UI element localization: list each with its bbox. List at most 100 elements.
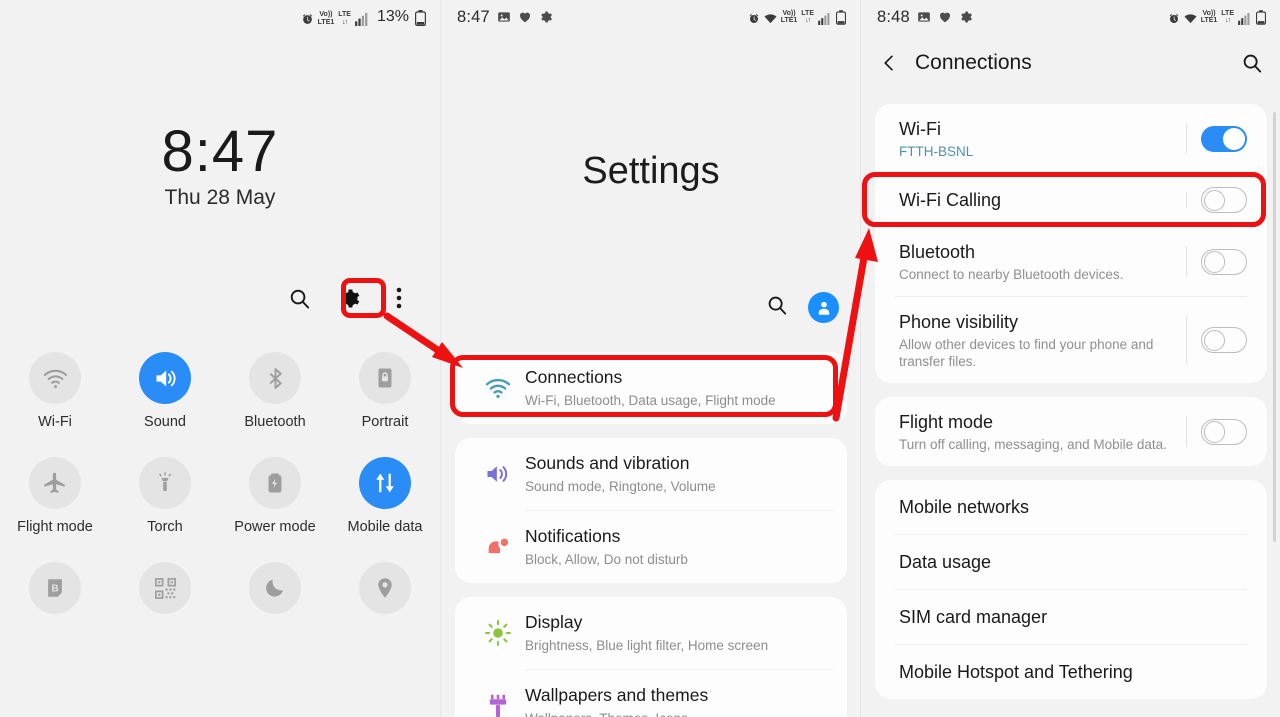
alarm-icon [748, 13, 760, 25]
tile-bg: B [29, 562, 81, 614]
tile-bg [139, 457, 191, 509]
quick-tile-do-not-disturb[interactable] [220, 562, 330, 623]
bluetooth-toggle[interactable] [1201, 248, 1247, 275]
quick-tile-power-mode[interactable]: Power mode [220, 457, 330, 536]
row-title: Data usage [899, 552, 992, 572]
quick-tile-bluetooth[interactable]: Bluetooth [220, 352, 330, 431]
sound-icon [471, 460, 525, 488]
lock-status-bar-right: Vo)) LTE1 LTE ↓↑ 13% [301, 8, 440, 26]
more-vertical-icon[interactable] [382, 281, 416, 315]
status-time: 8:48 [877, 7, 910, 26]
connections-row-bluetooth[interactable]: Bluetooth Connect to nearby Bluetooth de… [875, 227, 1267, 296]
battery-icon [415, 10, 426, 26]
lte-icon: LTE ↓↑ [801, 9, 814, 25]
quick-tile-wifi[interactable]: Wi-Fi [0, 352, 110, 431]
quick-tile-portrait[interactable]: Portrait [330, 352, 440, 431]
tile-label: Mobile data [347, 519, 423, 535]
row-text: Mobile Hotspot and Tethering [899, 660, 1259, 684]
settings-status-bar: 8:47 Vo)) LTE1 LTE ↓↑ [441, 0, 860, 34]
tile-label: Flight mode [17, 519, 93, 535]
quick-tile-mobile-data[interactable]: Mobile data [330, 457, 440, 536]
connections-row-wifi-calling[interactable]: Wi-Fi Calling [875, 173, 1267, 227]
volte-icon: Vo)) LTE1 [780, 9, 798, 25]
connections-group-2: Flight mode Turn off calling, messaging,… [875, 397, 1267, 466]
settings-row-sounds-and-vibration[interactable]: Sounds and vibration Sound mode, Rington… [455, 438, 847, 510]
row-subtitle: Connect to nearby Bluetooth devices. [899, 267, 1124, 282]
row-text: Mobile networks [899, 495, 1259, 519]
tile-bg [249, 352, 301, 404]
lte-icon: LTE ↓↑ [338, 11, 351, 26]
lock-clock: 8:47 [161, 119, 279, 184]
connections-row-flight-mode[interactable]: Flight mode Turn off calling, messaging,… [875, 397, 1267, 466]
connections-row-data-usage[interactable]: Data usage [875, 535, 1267, 589]
brightness-icon [471, 619, 525, 647]
row-title: Connections [525, 367, 623, 387]
connections-row-mobile-networks[interactable]: Mobile networks [875, 480, 1267, 534]
row-title: SIM card manager [899, 607, 1048, 627]
row-subtitle: Wallpapers, Themes, Icons [525, 710, 831, 717]
quick-settings-grid: Wi-Fi Sound Bluetooth Portrait Flight mo… [0, 352, 440, 623]
tile-bg [359, 562, 411, 614]
connections-header: Connections [861, 40, 1280, 86]
search-icon[interactable] [282, 281, 316, 315]
wifi-toggle[interactable] [1201, 125, 1247, 152]
tile-label: Torch [147, 519, 183, 535]
battery-percent-label: 13% [376, 8, 409, 25]
gear-icon[interactable] [332, 281, 366, 315]
tile-bg [249, 457, 301, 509]
quick-tile-torch[interactable]: Torch [110, 457, 220, 536]
tile-label: Wi-Fi [38, 414, 72, 430]
back-arrow-icon[interactable] [879, 53, 909, 73]
volte-icon: Vo)) LTE1 [1200, 9, 1218, 25]
vertical-scrollbar[interactable] [1273, 112, 1276, 542]
row-subtitle: Allow other devices to find your phone a… [899, 337, 1154, 369]
connections-row-mobile-hotspot-and-tethering[interactable]: Mobile Hotspot and Tethering [875, 645, 1267, 699]
row-subtitle: FTTH-BSNL [899, 144, 974, 159]
row-text: Wi-Fi FTTH-BSNL [899, 117, 1186, 160]
wifi-calling-toggle[interactable] [1201, 187, 1247, 213]
account-avatar[interactable] [808, 292, 839, 323]
row-title: Display [525, 612, 583, 632]
quick-tile-qr-scanner[interactable] [110, 562, 220, 623]
row-title: Flight mode [899, 412, 994, 432]
tile-label: Portrait [361, 414, 409, 430]
tile-label: Bluetooth [244, 414, 306, 430]
settings-row-connections[interactable]: Connections Wi-Fi, Bluetooth, Data usage… [455, 352, 847, 424]
alarm-icon [301, 13, 314, 26]
quick-tile-sound[interactable]: Sound [110, 352, 220, 431]
settings-row-text: Display Brightness, Blue light filter, H… [525, 611, 831, 655]
row-title: Wallpapers and themes [525, 685, 709, 705]
flight-mode-toggle[interactable] [1201, 418, 1247, 445]
connections-group-3: Mobile networks Data usage SIM card mana… [875, 480, 1267, 699]
search-icon[interactable] [1241, 52, 1263, 74]
connections-row-wifi[interactable]: Wi-Fi FTTH-BSNL [875, 104, 1267, 173]
phone-visibility-toggle[interactable] [1201, 327, 1247, 353]
heart-icon [938, 10, 952, 24]
connections-row-phone-visibility[interactable]: Phone visibility Allow other devices to … [875, 297, 1267, 383]
connections-panel: 8:48 Vo)) LTE1 LTE ↓↑ Connections Wi-Fi … [860, 0, 1280, 717]
row-title: Mobile Hotspot and Tethering [899, 662, 1133, 682]
settings-status-bar-right: Vo)) LTE1 LTE ↓↑ [748, 10, 860, 25]
tile-label: Power mode [234, 519, 316, 535]
row-text: SIM card manager [899, 605, 1259, 629]
settings-group-1: Connections Wi-Fi, Bluetooth, Data usage… [455, 352, 847, 424]
tile-label: Sound [144, 414, 186, 430]
settings-row-wallpapers-and-themes[interactable]: Wallpapers and themes Wallpapers, Themes… [455, 670, 847, 717]
row-title: Bluetooth [899, 242, 976, 262]
svg-text:B: B [51, 584, 58, 595]
quick-tile-flight-mode[interactable]: Flight mode [0, 457, 110, 536]
quick-tile-location[interactable] [330, 562, 440, 623]
search-icon[interactable] [766, 294, 788, 321]
settings-row-notifications[interactable]: Notifications Block, Allow, Do not distu… [455, 511, 847, 583]
quick-tile-bixby[interactable]: B [0, 562, 110, 623]
tile-bg [139, 352, 191, 404]
settings-status-bar-left: 8:47 [441, 8, 553, 27]
tile-bg [139, 562, 191, 614]
row-title: Wi-Fi Calling [899, 190, 1002, 210]
settings-row-display[interactable]: Display Brightness, Blue light filter, H… [455, 597, 847, 669]
row-title: Wi-Fi [899, 119, 941, 139]
connections-status-bar-right: Vo)) LTE1 LTE ↓↑ [1168, 10, 1280, 25]
alarm-icon [1168, 13, 1180, 25]
connections-row-sim-card-manager[interactable]: SIM card manager [875, 590, 1267, 644]
notification-icon [471, 533, 525, 561]
